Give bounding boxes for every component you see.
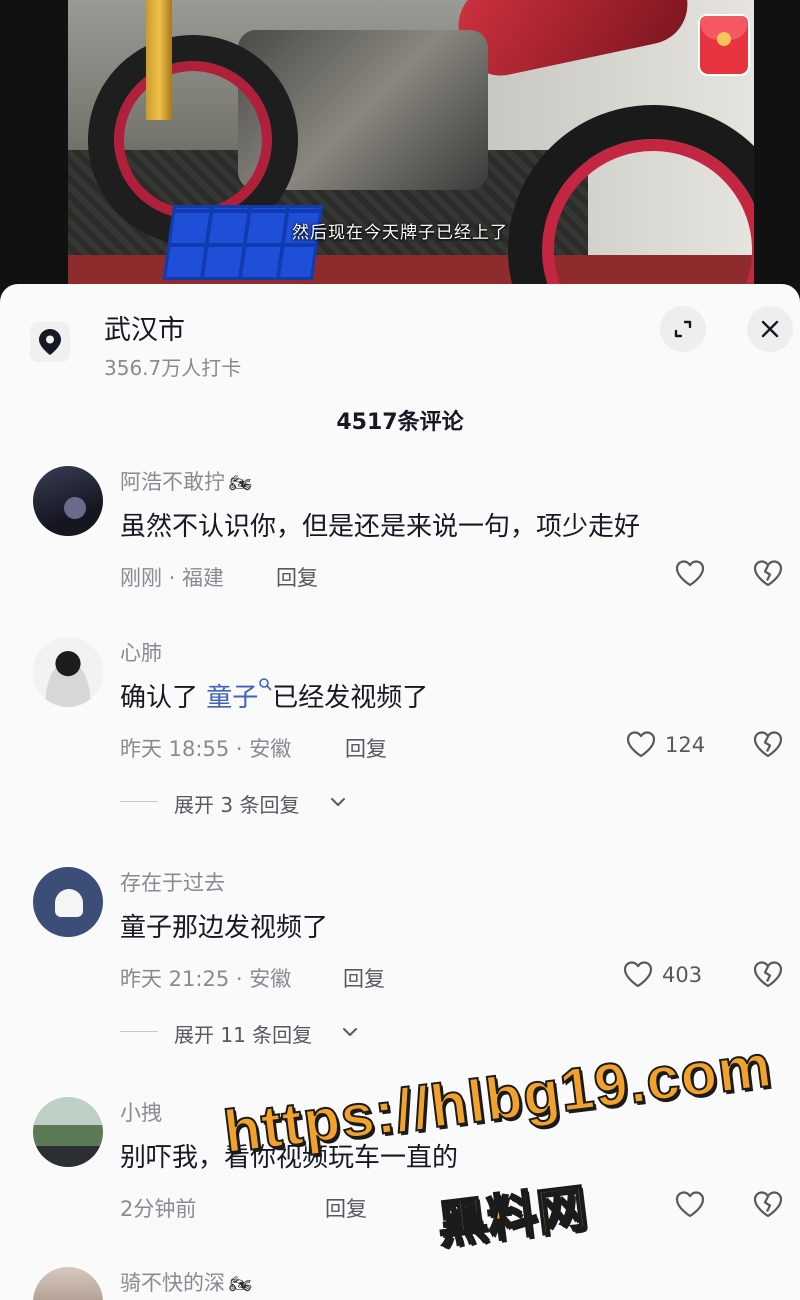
comment-meta: 昨天 18:55 · 安徽	[120, 737, 292, 761]
dislike-button[interactable]	[752, 729, 784, 763]
avatar[interactable]	[33, 867, 103, 937]
like-count: 403	[662, 963, 703, 987]
red-packet-icon[interactable]	[698, 14, 750, 76]
comment-meta: 昨天 21:25 · 安徽	[120, 967, 292, 991]
expand-icon	[674, 320, 692, 338]
broken-heart-icon	[753, 731, 783, 758]
comment-username[interactable]: 存在于过去	[120, 867, 225, 897]
comment-username[interactable]: 小拽	[120, 1097, 162, 1127]
avatar[interactable]	[33, 637, 103, 707]
search-icon[interactable]	[258, 677, 272, 691]
broken-heart-icon	[753, 560, 783, 587]
chevron-down-icon	[331, 798, 345, 806]
comment-text: 虽然不认识你，但是还是来说一句，项少走好	[120, 512, 641, 542]
avatar[interactable]	[33, 1267, 103, 1300]
comment-meta: 刚刚 · 福建	[120, 566, 225, 590]
chevron-down-icon	[343, 1028, 357, 1036]
heart-icon	[675, 560, 705, 587]
video-frame	[68, 0, 754, 300]
comment-username[interactable]: 骑不快的深 🏍	[120, 1267, 252, 1297]
comment-username[interactable]: 心肺	[120, 637, 162, 667]
broken-heart-icon	[753, 961, 783, 988]
motorcycle-badge-icon: 🏍	[229, 473, 252, 494]
comment-text: 确认了 童子 已经发视频了	[120, 677, 428, 714]
comment-sheet: 武汉市 356.7万人打卡 4517条评论 阿浩不敢拧 🏍 虽然不认识你，但是还是…	[0, 284, 800, 1300]
location-city: 武汉市	[104, 315, 185, 346]
avatar[interactable]	[33, 466, 103, 536]
expand-button[interactable]	[660, 306, 706, 352]
heart-icon	[626, 731, 656, 758]
location-checkins: 356.7万人打卡	[104, 356, 242, 380]
dislike-button[interactable]	[752, 558, 784, 592]
video-player[interactable]: 然后现在今天牌子已经上了	[0, 0, 800, 300]
motorcycle-fork	[146, 0, 172, 120]
broken-heart-icon	[753, 1191, 783, 1218]
reply-button[interactable]: 回复	[325, 1193, 367, 1223]
comments-count-title: 4517条评论	[336, 410, 464, 435]
comment-text: 童子那边发视频了	[120, 913, 329, 943]
comment-username[interactable]: 阿浩不敢拧 🏍	[120, 466, 252, 496]
reply-button[interactable]: 回复	[276, 562, 318, 592]
mention-link[interactable]: 童子	[206, 683, 258, 713]
video-subtitle: 然后现在今天牌子已经上了	[292, 223, 508, 243]
dislike-button[interactable]	[752, 959, 784, 993]
close-icon	[761, 320, 779, 338]
dislike-button[interactable]	[752, 1189, 784, 1223]
avatar[interactable]	[33, 1097, 103, 1167]
close-button[interactable]	[747, 306, 793, 352]
reply-button[interactable]: 回复	[345, 733, 387, 763]
heart-icon	[623, 961, 653, 988]
heart-icon	[675, 1191, 705, 1218]
location-pin-icon	[30, 322, 70, 362]
like-count: 124	[665, 733, 706, 757]
reply-button[interactable]: 回复	[343, 963, 385, 993]
comment-meta: 2分钟前	[120, 1197, 197, 1221]
motorcycle-badge-icon: 🏍	[229, 1274, 252, 1295]
